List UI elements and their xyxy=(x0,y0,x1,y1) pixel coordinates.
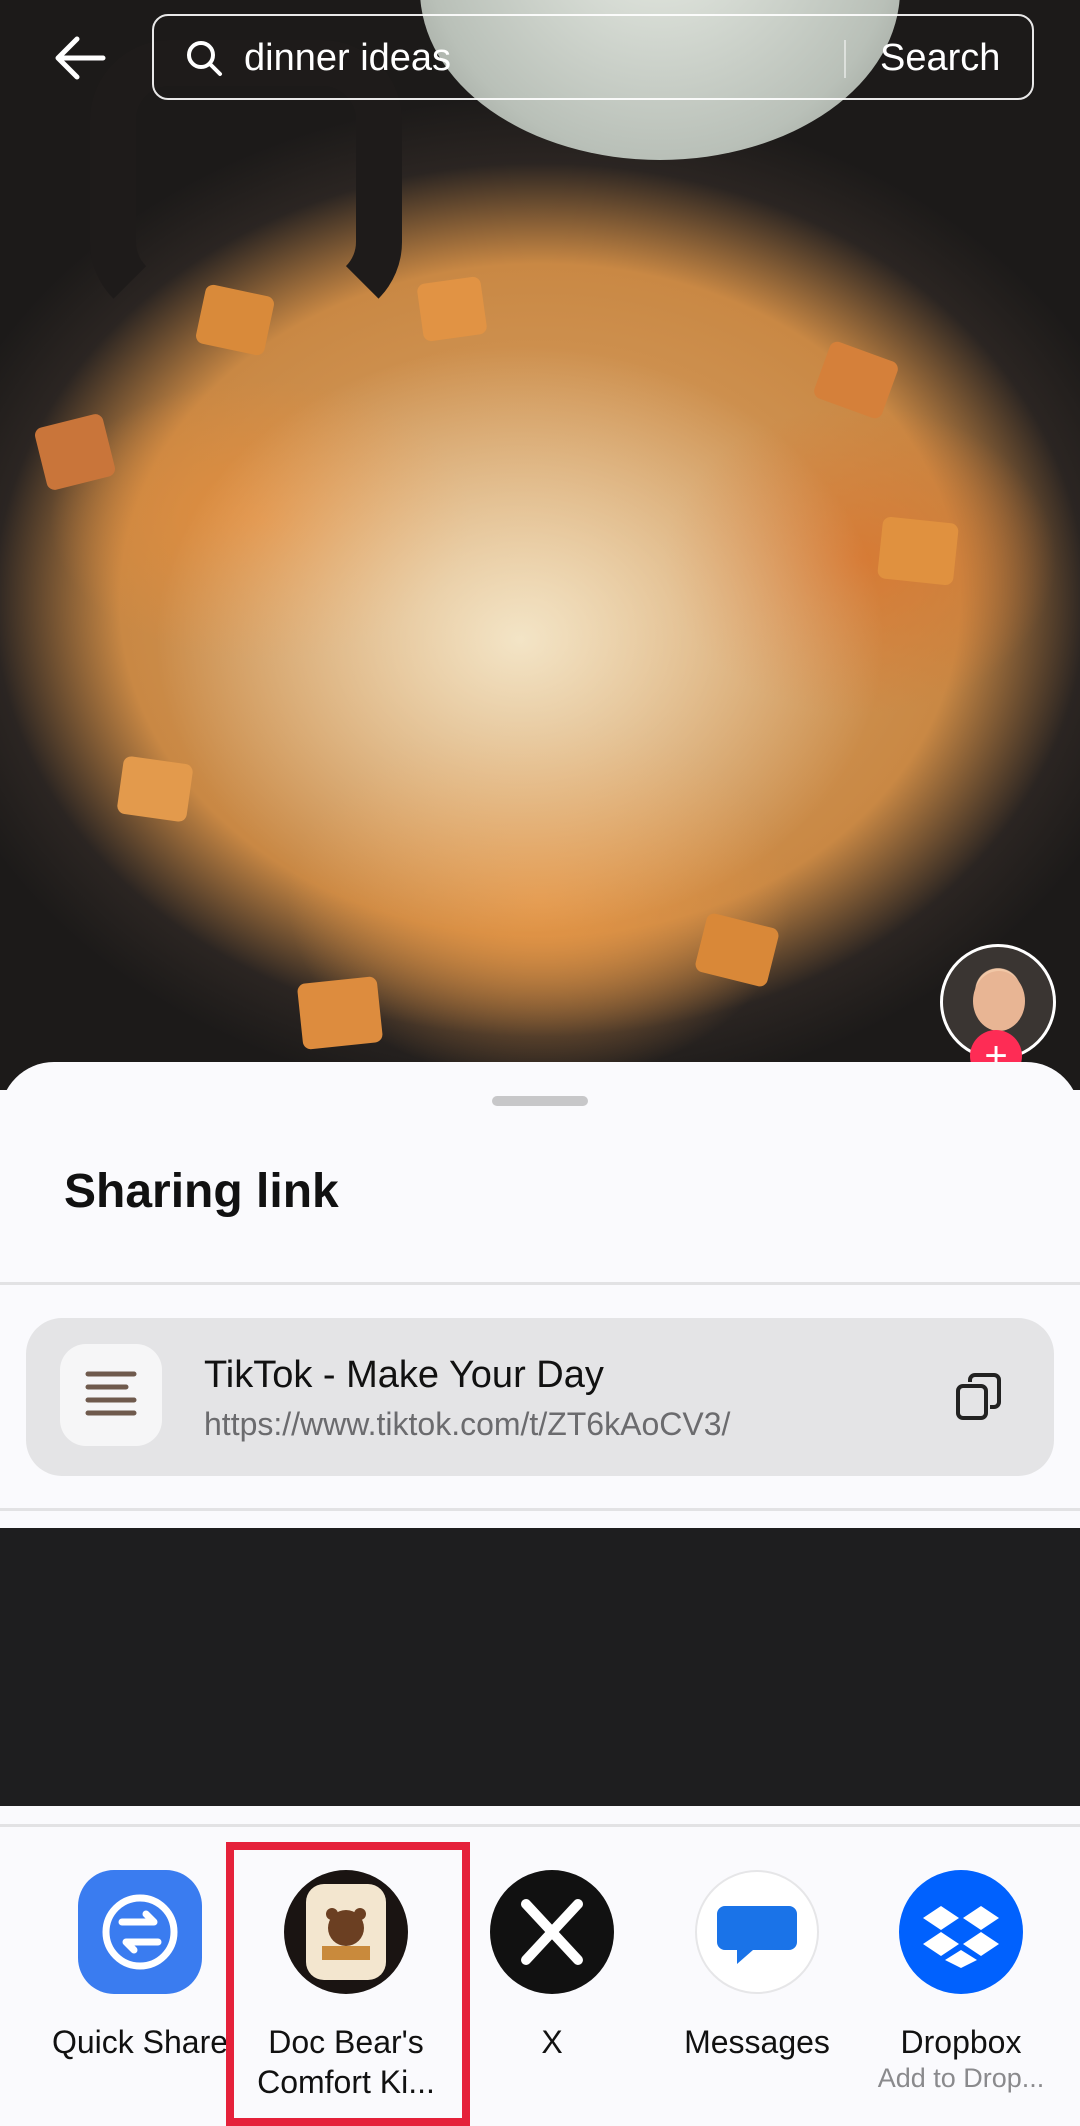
divider xyxy=(0,1508,1080,1511)
link-title: TikTok - Make Your Day xyxy=(204,1354,604,1396)
search-button[interactable]: Search xyxy=(880,36,1000,80)
search-icon xyxy=(187,41,222,76)
app-label: Messages xyxy=(684,2024,830,2060)
share-app-row: Quick Share Doc Bear's Comfort Ki... X M… xyxy=(0,1842,1080,2126)
video-frame-image[interactable] xyxy=(0,0,1080,1090)
search-divider xyxy=(844,40,846,78)
dropbox-icon xyxy=(899,1870,1023,1994)
share-app-x[interactable]: X xyxy=(452,1862,652,2062)
copy-icon xyxy=(956,1373,1001,1420)
app-sublabel: Add to Drop... xyxy=(877,2063,1045,2093)
link-thumbnail xyxy=(60,1344,162,1446)
back-arrow-icon xyxy=(55,36,106,80)
back-button[interactable] xyxy=(48,30,112,86)
share-app-dropbox[interactable]: Dropbox Add to Drop... xyxy=(861,1862,1061,2094)
share-app-messages[interactable]: Messages xyxy=(657,1862,857,2062)
sheet-drag-handle[interactable] xyxy=(492,1096,588,1106)
link-url: https://www.tiktok.com/t/ZT6kAoCV3/ xyxy=(204,1406,731,1442)
redacted-preview xyxy=(0,1528,1080,1806)
share-app-quick-share[interactable]: Quick Share xyxy=(40,1862,240,2062)
text-document-icon xyxy=(85,1371,137,1416)
app-label: Quick Share xyxy=(51,2024,229,2060)
search-query-text[interactable]: dinner ideas xyxy=(244,36,451,80)
divider xyxy=(0,1824,1080,1827)
app-label: X xyxy=(541,2024,563,2060)
sheet-title: Sharing link xyxy=(64,1165,339,1218)
app-label: Dropbox xyxy=(900,2024,1022,2060)
copy-button[interactable] xyxy=(950,1368,1006,1424)
x-logo-icon xyxy=(490,1870,614,1994)
link-preview-card[interactable]: TikTok - Make Your Day https://www.tikto… xyxy=(26,1318,1054,1476)
divider xyxy=(0,1282,1080,1285)
messages-icon xyxy=(695,1870,819,1994)
quick-share-icon xyxy=(78,1870,202,1994)
share-sheet: Sharing link TikTok - Make Your Day http… xyxy=(0,1062,1080,2126)
top-search-bar: dinner ideas Search xyxy=(0,0,1080,118)
selection-highlight xyxy=(226,1842,470,2126)
search-field[interactable]: dinner ideas Search xyxy=(152,14,1034,100)
